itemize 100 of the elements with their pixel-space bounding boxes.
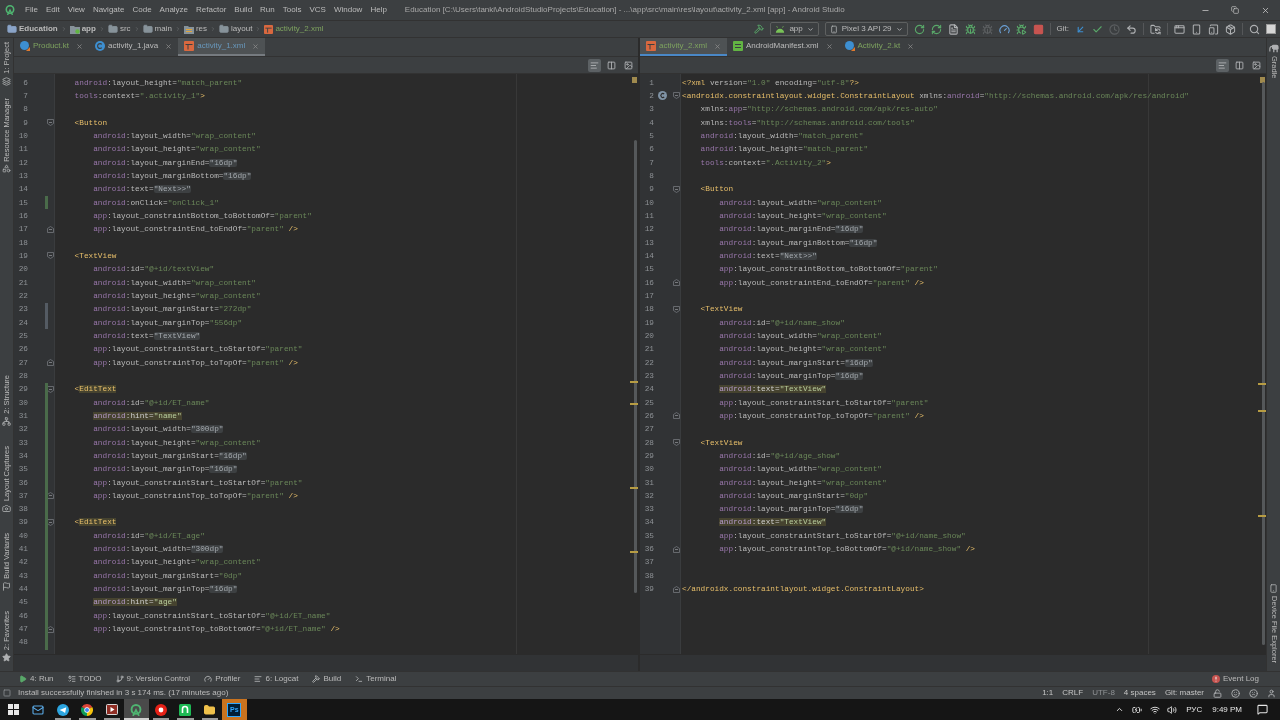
close-icon[interactable] bbox=[907, 42, 915, 50]
phone-icon[interactable] bbox=[1191, 23, 1202, 35]
menu-item[interactable]: Code bbox=[132, 4, 152, 16]
fold-marker-icon[interactable] bbox=[673, 305, 680, 313]
menu-item[interactable]: View bbox=[67, 4, 85, 16]
tool-window-button[interactable]: TODO bbox=[67, 673, 102, 685]
editor-tab[interactable]: Activity_2.kt bbox=[838, 38, 921, 56]
stop-icon[interactable] bbox=[1032, 23, 1044, 35]
code-editor[interactable] bbox=[14, 74, 638, 654]
devices-icon[interactable] bbox=[1208, 23, 1219, 35]
editor-tab[interactable]: Product.kt bbox=[14, 38, 89, 56]
close-icon[interactable] bbox=[252, 42, 260, 50]
code-editor[interactable] bbox=[640, 74, 1266, 654]
clock[interactable]: 9:49 PM bbox=[1212, 703, 1242, 716]
breadcrumb-item[interactable]: activity_2.xml bbox=[264, 23, 324, 35]
menu-item[interactable]: Run bbox=[260, 4, 275, 16]
circle-gutter-icon[interactable] bbox=[658, 91, 667, 101]
hammer-icon[interactable] bbox=[754, 24, 765, 34]
fold-marker-icon[interactable] bbox=[47, 119, 54, 127]
menu-item[interactable]: Tools bbox=[282, 4, 302, 16]
chevron-up-icon[interactable] bbox=[1115, 705, 1125, 714]
menu-item[interactable]: Refactor bbox=[196, 4, 227, 16]
tool-window-button[interactable]: Build bbox=[312, 673, 342, 685]
menu-item[interactable]: File bbox=[25, 4, 38, 16]
fold-marker-icon[interactable] bbox=[673, 545, 680, 553]
language-indicator[interactable]: РУС bbox=[1186, 703, 1203, 716]
close-icon[interactable] bbox=[825, 42, 833, 50]
battery-icon[interactable] bbox=[1131, 704, 1144, 715]
editor-tab[interactable]: activity_1.java bbox=[89, 38, 179, 56]
scrollbar-thumb[interactable] bbox=[634, 140, 637, 593]
menu-item[interactable]: Window bbox=[333, 4, 363, 16]
fold-marker-icon[interactable] bbox=[673, 279, 680, 287]
tool-window-button[interactable]: Terminal bbox=[355, 673, 397, 685]
split-view-button[interactable] bbox=[1233, 58, 1246, 72]
menu-item[interactable]: Edit bbox=[45, 4, 60, 16]
event-log-button[interactable]: Event Log bbox=[1211, 673, 1259, 685]
profile-square-icon[interactable] bbox=[1266, 24, 1276, 34]
breadcrumb-item[interactable]: Education bbox=[7, 23, 58, 35]
fold-marker-icon[interactable] bbox=[47, 359, 54, 367]
refresh-arrows-icon[interactable] bbox=[930, 23, 942, 35]
fold-marker-icon[interactable] bbox=[47, 519, 54, 526]
bug-icon[interactable] bbox=[964, 23, 976, 35]
fold-marker-icon[interactable] bbox=[673, 412, 680, 420]
code-view-button[interactable] bbox=[1216, 58, 1229, 72]
breadcrumb-item[interactable]: src bbox=[107, 23, 131, 35]
breadcrumb-item[interactable]: res bbox=[183, 23, 208, 35]
fold-marker-icon[interactable] bbox=[673, 185, 680, 193]
fold-marker-icon[interactable] bbox=[47, 385, 54, 393]
breadcrumb-item[interactable]: layout bbox=[219, 23, 253, 35]
bug-play-icon[interactable] bbox=[1015, 23, 1027, 35]
tool-window-button[interactable]: 6: Logcat bbox=[254, 673, 299, 685]
tool-window-button[interactable]: 4: Run bbox=[19, 673, 54, 685]
undo-icon[interactable] bbox=[1126, 23, 1137, 35]
status-widget[interactable]: Git: master bbox=[1164, 687, 1204, 699]
person-icon[interactable] bbox=[1267, 688, 1276, 698]
breadcrumb-item[interactable]: main bbox=[142, 23, 172, 35]
fold-marker-icon[interactable] bbox=[673, 585, 680, 593]
status-widget[interactable]: CRLF bbox=[1062, 687, 1084, 699]
fold-marker-icon[interactable] bbox=[673, 92, 680, 100]
close-icon[interactable] bbox=[165, 42, 173, 50]
status-widget[interactable]: 4 spaces bbox=[1123, 687, 1156, 699]
split-view-button[interactable] bbox=[605, 58, 618, 72]
fold-marker-icon[interactable] bbox=[47, 252, 54, 260]
lock-open-icon[interactable] bbox=[1213, 688, 1222, 698]
paper-plane-icon bbox=[56, 703, 69, 716]
run-configuration-dropdown[interactable]: app bbox=[770, 22, 819, 36]
status-widget[interactable]: 1:1 bbox=[1042, 687, 1054, 699]
inspection-warning-icon[interactable] bbox=[1260, 77, 1265, 83]
close-icon[interactable] bbox=[76, 42, 83, 50]
document-icon[interactable] bbox=[947, 23, 959, 35]
wifi-icon[interactable] bbox=[1150, 704, 1161, 715]
frown-icon[interactable] bbox=[1249, 688, 1258, 698]
package-icon[interactable] bbox=[1225, 23, 1236, 35]
fold-marker-icon[interactable] bbox=[47, 625, 54, 633]
fold-marker-icon[interactable] bbox=[47, 225, 54, 233]
menu-item[interactable]: Build bbox=[234, 4, 253, 16]
fold-marker-icon[interactable] bbox=[47, 492, 54, 500]
menu-item[interactable]: Help bbox=[370, 4, 387, 16]
window-icon[interactable] bbox=[1174, 23, 1185, 35]
fold-marker-icon[interactable] bbox=[673, 439, 680, 446]
search-icon[interactable] bbox=[1249, 23, 1260, 35]
menu-item[interactable]: Navigate bbox=[92, 4, 125, 16]
speaker-icon[interactable] bbox=[1167, 704, 1178, 715]
smile-icon[interactable] bbox=[1231, 688, 1240, 698]
device-dropdown[interactable]: Pixel 3 API 29 bbox=[824, 22, 908, 36]
close-icon[interactable] bbox=[714, 42, 721, 50]
design-view-button[interactable] bbox=[1250, 58, 1263, 72]
tool-window-button[interactable]: 9: Version Control bbox=[115, 673, 191, 685]
tool-window-button[interactable]: Profiler bbox=[204, 673, 241, 685]
gauge-icon[interactable] bbox=[998, 23, 1010, 35]
rotate-arrow-icon[interactable] bbox=[913, 23, 925, 35]
menu-item[interactable]: Analyze bbox=[159, 4, 189, 16]
scrollbar-thumb[interactable] bbox=[1262, 82, 1265, 645]
design-view-button[interactable] bbox=[622, 58, 635, 72]
editor-tab[interactable]: AndroidManifest.xml bbox=[727, 38, 839, 56]
code-view-button[interactable] bbox=[588, 58, 601, 72]
folder-sync-icon[interactable] bbox=[1150, 23, 1161, 35]
check-icon[interactable] bbox=[1092, 23, 1103, 35]
breadcrumb-item[interactable]: app bbox=[69, 23, 96, 35]
menu-item[interactable]: VCS bbox=[309, 4, 326, 16]
